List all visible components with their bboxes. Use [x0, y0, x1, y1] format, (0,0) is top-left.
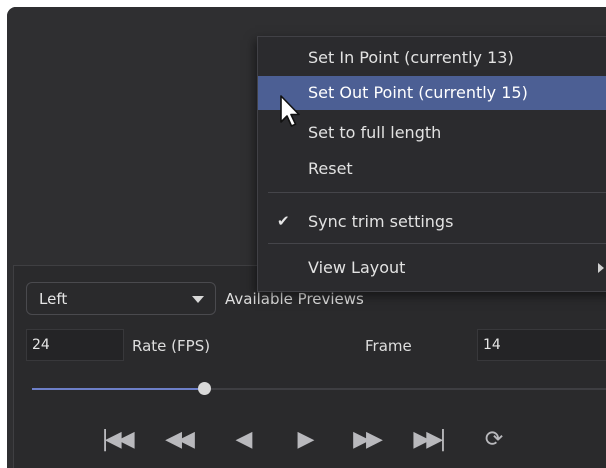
mouse-pointer-icon	[280, 95, 300, 127]
menu-item-label: Sync trim settings	[308, 212, 454, 231]
menu-item-sync-trim-settings[interactable]: ✔ Sync trim settings	[258, 205, 606, 239]
view-select-value: Left	[39, 290, 68, 308]
available-previews-label: Available Previews	[225, 290, 364, 308]
loop-icon: ⟳	[484, 426, 504, 452]
menu-item-label: Reset	[308, 159, 353, 178]
step-back-button[interactable]: ◀◀	[156, 424, 200, 454]
frame-scrubber-track[interactable]	[32, 388, 606, 390]
frame-scrubber-fill	[32, 388, 204, 390]
menu-item-set-out-point[interactable]: Set Out Point (currently 15)	[258, 76, 606, 110]
play-reverse-button[interactable]: ◀	[220, 424, 264, 454]
play-reverse-icon: ◀	[235, 426, 253, 452]
menu-item-reset[interactable]: Reset	[258, 152, 606, 186]
skip-to-end-icon: ▶▶|	[413, 426, 446, 452]
context-menu: Set In Point (currently 13) Set Out Poin…	[257, 36, 606, 292]
menu-separator	[268, 192, 606, 193]
submenu-arrow-icon	[598, 263, 604, 273]
menu-item-view-layout[interactable]: View Layout	[258, 251, 606, 285]
preview-control-panel: Left Available Previews 24 Rate (FPS) Fr…	[13, 265, 606, 468]
frame-scrubber-handle[interactable]	[198, 382, 211, 395]
play-icon: ▶	[297, 426, 315, 452]
menu-item-label: View Layout	[308, 258, 406, 277]
rate-label: Rate (FPS)	[132, 337, 211, 355]
app-window: Left Available Previews 24 Rate (FPS) Fr…	[7, 7, 606, 468]
fps-value: 24	[32, 337, 50, 353]
fps-field[interactable]: 24	[26, 329, 124, 361]
frame-label: Frame	[365, 337, 412, 355]
frame-value: 14	[483, 337, 501, 353]
fast-forward-button[interactable]: ▶▶	[344, 424, 388, 454]
menu-item-label: Set In Point (currently 13)	[308, 48, 514, 67]
checkmark-icon: ✔	[277, 212, 290, 230]
menu-item-set-in-point[interactable]: Set In Point (currently 13)	[258, 41, 606, 75]
menu-item-label: Set to full length	[308, 123, 442, 142]
play-button[interactable]: ▶	[282, 424, 326, 454]
step-back-icon: ◀◀	[165, 426, 195, 452]
frame-field[interactable]: 14	[477, 329, 606, 361]
view-select-dropdown[interactable]: Left	[26, 282, 216, 315]
menu-item-set-full-length[interactable]: Set to full length	[258, 116, 606, 150]
loop-button[interactable]: ⟳	[470, 424, 514, 454]
chevron-down-icon	[192, 296, 204, 303]
skip-to-start-button[interactable]: |◀◀	[94, 424, 138, 454]
skip-to-end-button[interactable]: ▶▶|	[406, 424, 450, 454]
skip-to-start-icon: |◀◀	[101, 426, 134, 452]
transport-controls: |◀◀ ◀◀ ◀ ▶ ▶▶ ▶▶| ⟳	[14, 424, 606, 454]
fast-forward-icon: ▶▶	[353, 426, 383, 452]
menu-separator	[268, 243, 606, 244]
menu-item-label: Set Out Point (currently 15)	[308, 83, 528, 102]
